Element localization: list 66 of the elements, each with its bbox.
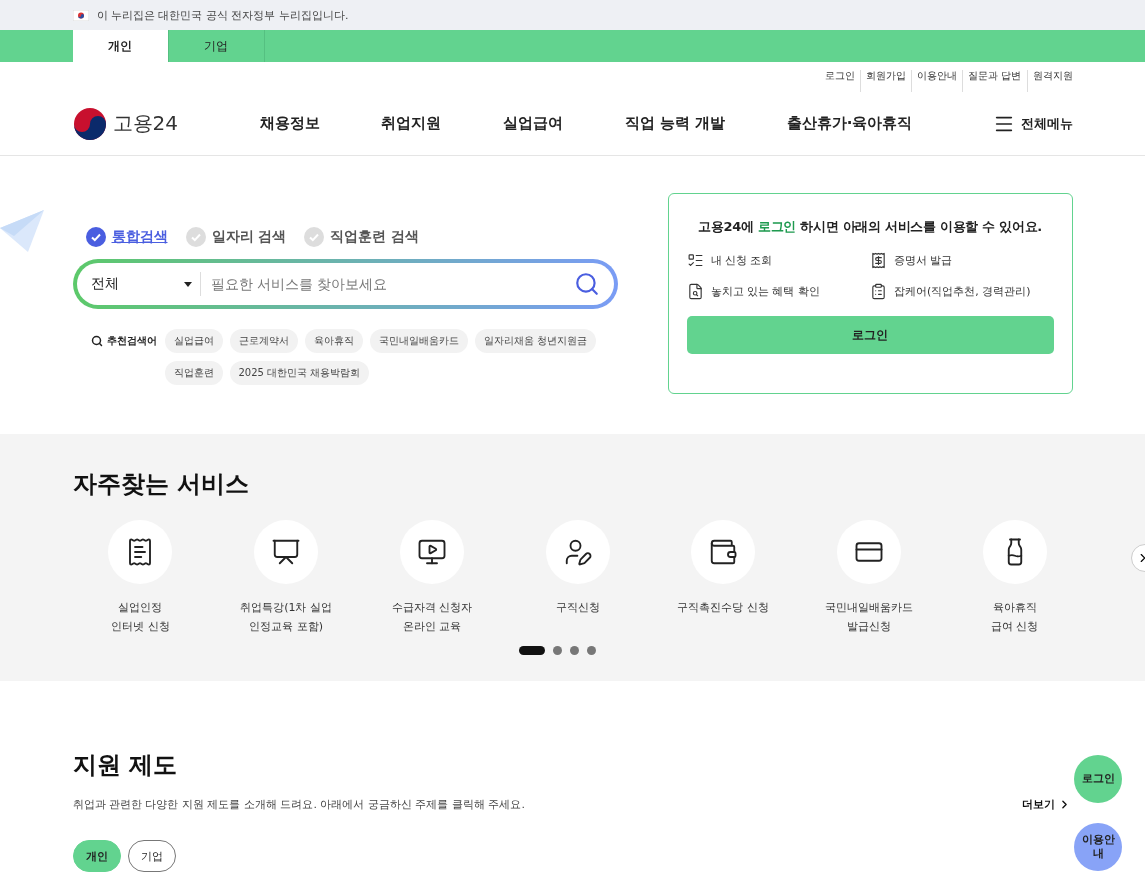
receipt-icon [870,252,887,269]
service-name[interactable]: 구직촉진수당 신청 [677,598,769,617]
nav-item[interactable]: 취업지원 [381,114,442,133]
service-label: 증명서 발급 [894,253,953,268]
keyword-chip[interactable]: 실업급여 [164,329,223,353]
login-card-title: 고용24에 로그인 하시면 아래의 서비스를 이용할 수 있어요. [697,218,1043,236]
section-description: 취업과 관련한 다양한 지원 제도를 소개해 드려요. 아래에서 궁금하신 주제를 클릭해 주세요. [72,797,525,812]
flag-icon [72,9,89,21]
logo[interactable]: 고용24 [72,106,260,141]
service-label: 잡케어(직업추천, 경력관리) [894,284,1031,299]
search-type-tab[interactable]: 일자리 검색 [185,227,287,247]
utility-link[interactable]: 원격지원 [1026,70,1073,92]
service-name[interactable]: 실업인정 인터넷 신청 [111,598,170,636]
nav-item[interactable]: 실업급여 [502,114,563,133]
check-icon [85,227,106,247]
more-link[interactable]: 더보기 [1021,797,1071,812]
search-icon [90,335,103,347]
keyword-chip[interactable]: 근로계약서 [229,329,298,353]
login-button[interactable]: 로그인 [686,316,1054,354]
checklist-icon [686,252,704,269]
wallet-icon [708,537,739,567]
keyword-chip[interactable]: 국민내일배움카드 [369,329,468,353]
carousel-dot[interactable] [587,646,596,655]
carousel-dot[interactable] [570,646,579,655]
audience-tab[interactable]: 개인 [72,30,169,62]
service-name[interactable]: 구직신청 [555,598,600,617]
clipboard-icon [870,283,887,300]
section-title: 자주찾는 서비스 [72,469,250,500]
section-title: 지원 제도 [72,750,178,781]
service-label: 놓치고 있는 혜택 확인 [710,284,820,299]
monitor-play-icon [416,537,447,567]
audience-pill[interactable]: 기업 [127,840,176,872]
check-icon [304,227,325,247]
presentation-board-icon [271,537,302,567]
floating-button[interactable]: 로그인 [1074,755,1122,803]
keyword-chip[interactable]: 2025 대한민국 채용박람회 [229,361,370,385]
search-icon[interactable] [573,271,600,297]
service-name[interactable]: 수급자격 신청자 온라인 교육 [391,598,473,636]
service-name[interactable]: 취업특강(1차 실업 인정교육 포함) [240,598,332,636]
keyword-chip[interactable]: 일자리채움 청년지원금 [474,329,596,353]
floating-button[interactable]: 이용안내 [1074,823,1122,871]
keyword-chip[interactable]: 직업훈련 [164,361,223,385]
utility-link[interactable]: 회원가입 [860,70,912,92]
search-type-tab[interactable]: 통합검색 [85,227,168,247]
carousel-dot[interactable] [553,646,562,655]
utility-link[interactable]: 로그인 [820,70,861,92]
nav-item[interactable]: 직업 능력 개발 [624,114,726,133]
taegeuk-icon [72,106,107,141]
check-icon [185,227,206,247]
nav-item[interactable]: 채용정보 [259,114,320,133]
utility-link[interactable]: 질문과 답변 [962,70,1027,92]
service-label: 내 신청 조회 [710,253,773,268]
keyword-chip[interactable]: 육아휴직 [304,329,363,353]
service-name[interactable]: 국민내일배움카드 발급신청 [824,598,913,636]
utility-link[interactable]: 이용안내 [911,70,963,92]
all-menu-button[interactable]: 전체메뉴 [992,112,1073,135]
document-search-icon [686,283,704,300]
gov-notice: 이 누리집은 대한민국 공식 전자정부 누리집입니다. [96,7,349,23]
audience-pill[interactable]: 개인 [72,840,121,872]
nav-item[interactable]: 출산휴가·육아휴직 [786,114,913,133]
recommended-label: 추천검색어 [106,334,157,348]
search-type-tab[interactable]: 직업훈련 검색 [304,227,420,247]
service-name[interactable]: 육아휴직 급여 신청 [990,598,1039,636]
logo-text: 고용24 [112,110,178,137]
audience-tab[interactable]: 기업 [168,30,265,62]
category-select[interactable]: 전체 [90,272,201,296]
